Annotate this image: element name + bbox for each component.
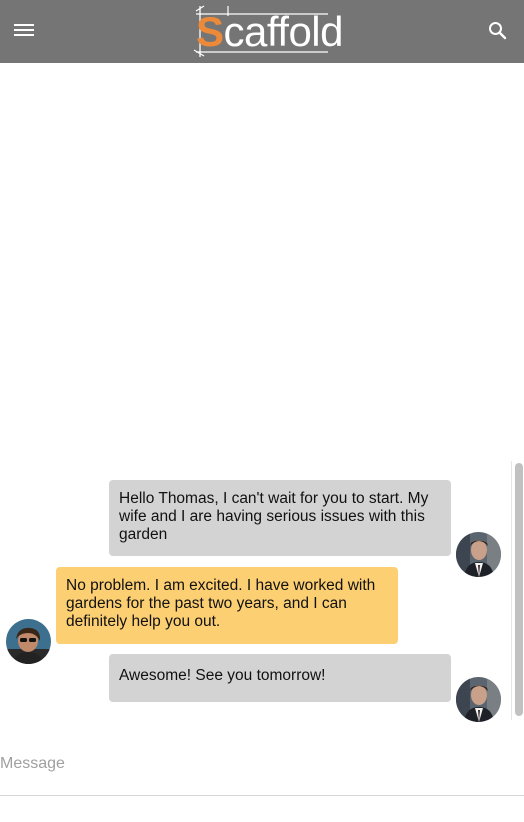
- scrollbar-track: [511, 461, 512, 720]
- logo-text: Scaffold: [196, 8, 344, 55]
- logo-initial: S: [196, 8, 224, 55]
- avatar-thomas[interactable]: [456, 677, 501, 722]
- message-bubble-outgoing: Awesome! See you tomorrow!: [109, 654, 451, 702]
- scaffold-logo: Scaffold: [192, 4, 344, 58]
- message-bubble-outgoing: Hello Thomas, I can't wait for you to st…: [109, 480, 451, 556]
- message-input[interactable]: [0, 746, 524, 796]
- search-icon: [489, 22, 507, 40]
- avatar-gardener-photo: [6, 619, 51, 664]
- menu-button[interactable]: [14, 20, 36, 42]
- chat-scrollbar[interactable]: [511, 461, 524, 720]
- logo-rest: caffold: [223, 8, 344, 55]
- avatar-thomas-photo: [456, 677, 501, 722]
- app-bar: Scaffold: [0, 0, 524, 63]
- message-bubble-incoming: No problem. I am excited. I have worked …: [56, 567, 398, 644]
- avatar-gardener[interactable]: [6, 619, 51, 664]
- scrollbar-thumb[interactable]: [515, 463, 523, 716]
- avatar-thomas-photo: [456, 532, 501, 577]
- menu-icon: [14, 24, 34, 36]
- search-button[interactable]: [486, 19, 510, 43]
- avatar-thomas[interactable]: [456, 532, 501, 577]
